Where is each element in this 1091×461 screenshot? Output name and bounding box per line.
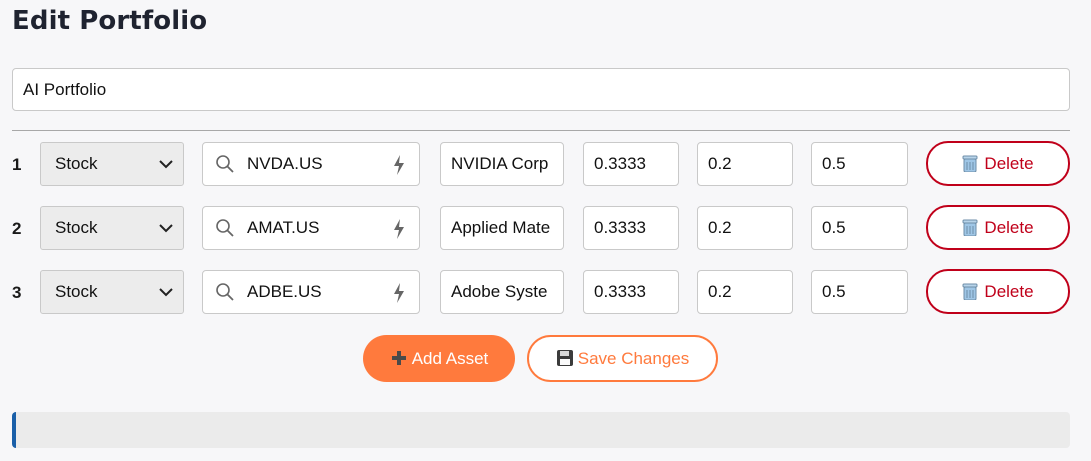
weight-field-2[interactable]: 0.2 xyxy=(697,142,793,186)
chevron-down-icon xyxy=(159,160,173,169)
edit-portfolio-page: Edit Portfolio 1 Stock NVDA.US NVIDIA Co… xyxy=(0,0,1091,461)
asset-type-value: Stock xyxy=(55,154,98,173)
asset-row: 2 Stock AMAT.US Applied Mate 0.3333 0.2 … xyxy=(12,205,1072,250)
add-asset-label: Add Asset xyxy=(411,349,489,368)
chevron-down-icon xyxy=(159,288,173,297)
weight-field-1[interactable]: 0.3333 xyxy=(583,206,679,250)
delete-label: Delete xyxy=(984,282,1034,301)
trash-icon xyxy=(962,155,978,172)
symbol-search-field[interactable]: ADBE.US xyxy=(202,270,420,314)
asset-type-select[interactable]: Stock xyxy=(40,206,184,250)
trash-icon xyxy=(962,283,978,300)
bolt-icon[interactable] xyxy=(393,283,405,303)
asset-row: 3 Stock ADBE.US Adobe Syste 0.3333 0.2 0… xyxy=(12,269,1072,314)
chevron-down-icon xyxy=(159,224,173,233)
symbol-value: ADBE.US xyxy=(247,282,322,301)
weight-field-1[interactable]: 0.3333 xyxy=(583,142,679,186)
plus-icon xyxy=(391,351,406,365)
delete-button[interactable]: Delete xyxy=(926,141,1070,186)
search-icon xyxy=(216,219,234,237)
weight-field-3[interactable]: 0.5 xyxy=(811,206,908,250)
asset-name-field[interactable]: NVIDIA Corp xyxy=(440,142,564,186)
delete-label: Delete xyxy=(984,154,1034,173)
page-title: Edit Portfolio xyxy=(12,6,208,36)
asset-name-field[interactable]: Applied Mate xyxy=(440,206,564,250)
symbol-search-field[interactable]: AMAT.US xyxy=(202,206,420,250)
symbol-search-field[interactable]: NVDA.US xyxy=(202,142,420,186)
delete-button[interactable]: Delete xyxy=(926,269,1070,314)
weight-field-3[interactable]: 0.5 xyxy=(811,142,908,186)
delete-label: Delete xyxy=(984,218,1034,237)
weight-field-1[interactable]: 0.3333 xyxy=(583,270,679,314)
weight-field-3[interactable]: 0.5 xyxy=(811,270,908,314)
portfolio-name-input[interactable] xyxy=(12,68,1070,111)
bolt-icon[interactable] xyxy=(393,155,405,175)
asset-type-select[interactable]: Stock xyxy=(40,142,184,186)
row-number: 3 xyxy=(12,283,22,302)
trash-icon xyxy=(962,219,978,236)
asset-type-value: Stock xyxy=(55,282,98,301)
floppy-disk-icon xyxy=(556,350,573,366)
add-asset-button[interactable]: Add Asset xyxy=(363,335,515,382)
asset-type-select[interactable]: Stock xyxy=(40,270,184,314)
search-icon xyxy=(216,283,234,301)
bolt-icon[interactable] xyxy=(393,219,405,239)
symbol-value: NVDA.US xyxy=(247,154,323,173)
asset-type-value: Stock xyxy=(55,218,98,237)
save-changes-label: Save Changes xyxy=(577,349,690,368)
weight-field-2[interactable]: 0.2 xyxy=(697,206,793,250)
search-icon xyxy=(216,155,234,173)
row-number: 2 xyxy=(12,219,22,238)
symbol-value: AMAT.US xyxy=(247,218,320,237)
asset-name-field[interactable]: Adobe Syste xyxy=(440,270,564,314)
status-message-bar xyxy=(12,412,1070,448)
divider xyxy=(12,130,1070,131)
delete-button[interactable]: Delete xyxy=(926,205,1070,250)
asset-row: 1 Stock NVDA.US NVIDIA Corp 0.3333 0.2 0… xyxy=(12,141,1072,186)
row-number: 1 xyxy=(12,155,22,174)
save-changes-button[interactable]: Save Changes xyxy=(527,335,718,382)
weight-field-2[interactable]: 0.2 xyxy=(697,270,793,314)
